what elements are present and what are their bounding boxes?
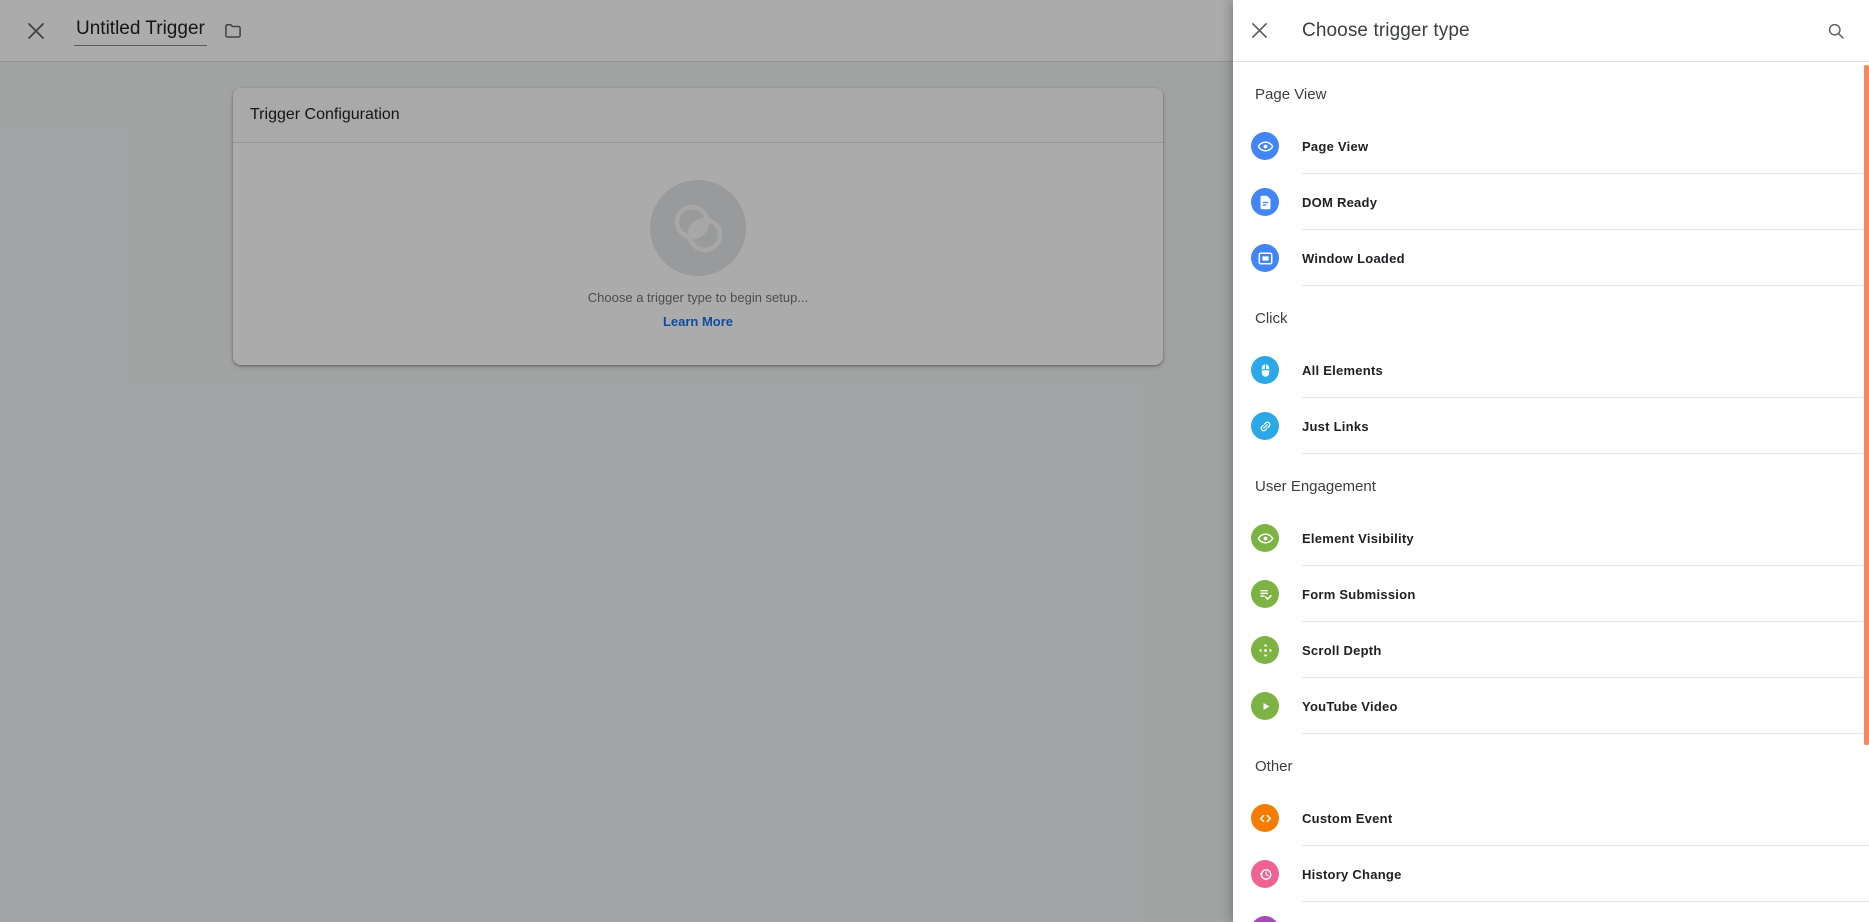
trigger-type-label: Form Submission [1302, 587, 1416, 602]
window-icon [1251, 244, 1279, 272]
document-icon [1251, 188, 1279, 216]
trigger-type-label: Page View [1302, 139, 1368, 154]
trigger-type-history-change[interactable]: History Change [1233, 846, 1869, 902]
gtm-trigger-editor: Untitled Trigger Trigger Configuration [0, 0, 1869, 922]
trigger-type-label: YouTube Video [1302, 699, 1398, 714]
eye-icon [1251, 132, 1279, 160]
eye-icon [1251, 524, 1279, 552]
choose-trigger-type-panel: Choose trigger type Page View Page View DO… [1233, 0, 1869, 922]
trigger-type-just-links[interactable]: Just Links [1233, 398, 1869, 454]
trigger-type-label: DOM Ready [1302, 195, 1377, 210]
section-header-other: Other [1233, 734, 1869, 790]
trigger-type-list: Page View Page View DOM Ready Window Loaded… [1233, 62, 1869, 922]
scroll-move-icon [1251, 636, 1279, 664]
partial-item-icon [1251, 916, 1279, 922]
trigger-type-dom-ready[interactable]: DOM Ready [1233, 174, 1869, 230]
close-icon [1251, 22, 1268, 39]
trigger-type-scroll-depth[interactable]: Scroll Depth [1233, 622, 1869, 678]
section-header-user-engagement: User Engagement [1233, 454, 1869, 510]
trigger-type-label: Just Links [1302, 419, 1369, 434]
trigger-type-window-loaded[interactable]: Window Loaded [1233, 230, 1869, 286]
trigger-type-label: Window Loaded [1302, 251, 1405, 266]
trigger-type-label: Scroll Depth [1302, 643, 1382, 658]
trigger-type-all-elements[interactable]: All Elements [1233, 342, 1869, 398]
trigger-type-label: History Change [1302, 867, 1402, 882]
section-header-page-view: Page View [1233, 62, 1869, 118]
trigger-type-form-submission[interactable]: Form Submission [1233, 566, 1869, 622]
trigger-type-label: Element Visibility [1302, 531, 1414, 546]
search-icon [1826, 21, 1846, 41]
scrollbar-thumb[interactable] [1864, 65, 1869, 745]
form-check-icon [1251, 580, 1279, 608]
trigger-type-element-visibility[interactable]: Element Visibility [1233, 510, 1869, 566]
search-button[interactable] [1816, 11, 1856, 51]
history-icon [1251, 860, 1279, 888]
trigger-type-label: Custom Event [1302, 811, 1392, 826]
trigger-type-youtube-video[interactable]: YouTube Video [1233, 678, 1869, 734]
panel-header: Choose trigger type [1233, 0, 1869, 62]
close-panel-button[interactable] [1239, 11, 1279, 51]
panel-title: Choose trigger type [1302, 20, 1816, 42]
trigger-type-custom-event[interactable]: Custom Event [1233, 790, 1869, 846]
mouse-icon [1251, 356, 1279, 384]
link-icon [1251, 412, 1279, 440]
trigger-type-page-view[interactable]: Page View [1233, 118, 1869, 174]
section-header-click: Click [1233, 286, 1869, 342]
code-icon [1251, 804, 1279, 832]
trigger-type-partial[interactable] [1233, 902, 1869, 922]
trigger-type-label: All Elements [1302, 363, 1383, 378]
play-icon [1251, 692, 1279, 720]
